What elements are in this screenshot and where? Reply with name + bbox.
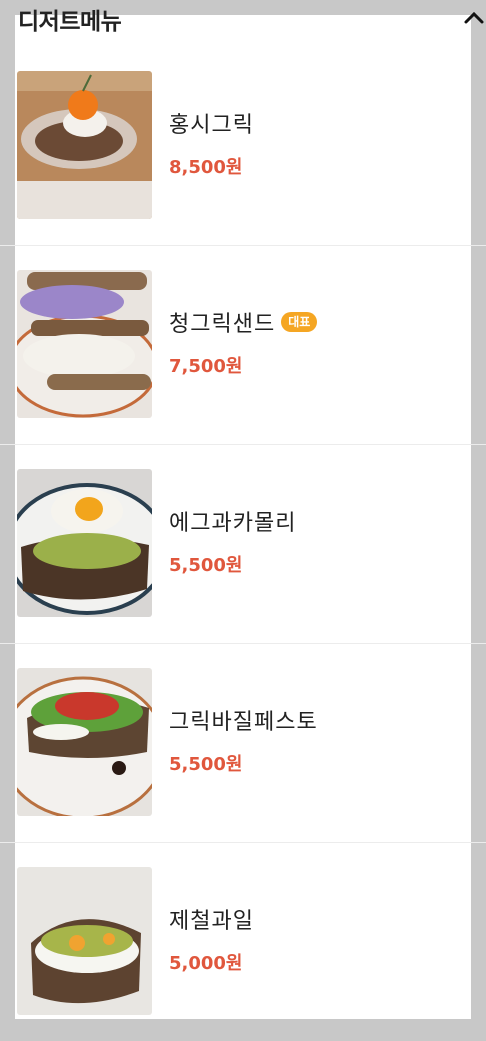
menu-item-price: 5,500원 — [169, 754, 243, 775]
menu-item-price: 5,500원 — [169, 555, 243, 576]
menu-item-image — [17, 469, 152, 617]
menu-item-price: 7,500원 — [169, 356, 243, 377]
menu-item[interactable]: 홍시그릭 8,500원 — [0, 47, 486, 246]
menu-item[interactable]: 에그과카몰리 5,500원 — [0, 445, 486, 644]
menu-item-price: 8,500원 — [169, 157, 243, 178]
menu-item-image — [17, 270, 152, 418]
chevron-up-icon[interactable] — [462, 6, 486, 30]
menu-category-header[interactable]: 디저트메뉴 — [0, 0, 486, 40]
menu-item-name: 에그과카몰리 — [169, 511, 297, 536]
menu-item[interactable]: 청그릭샌드 대표 7,500원 — [0, 246, 486, 445]
menu-list: 홍시그릭 8,500원 청그릭샌드 대표 7,500원 에그과카몰리 5,500… — [0, 47, 486, 1041]
menu-item[interactable]: 제철과일 5,000원 — [0, 843, 486, 1041]
menu-item-image — [17, 867, 152, 1015]
menu-item-image — [17, 668, 152, 816]
menu-item[interactable]: 그릭바질페스토 5,500원 — [0, 644, 486, 843]
menu-item-name: 청그릭샌드 — [169, 312, 276, 337]
category-title: 디저트메뉴 — [18, 9, 122, 35]
menu-item-image — [17, 71, 152, 219]
menu-item-price: 5,000원 — [169, 953, 243, 974]
menu-item-name: 그릭바질페스토 — [169, 710, 318, 735]
menu-item-name: 제철과일 — [169, 909, 254, 934]
signature-badge: 대표 — [281, 312, 318, 332]
menu-item-name: 홍시그릭 — [169, 113, 254, 138]
